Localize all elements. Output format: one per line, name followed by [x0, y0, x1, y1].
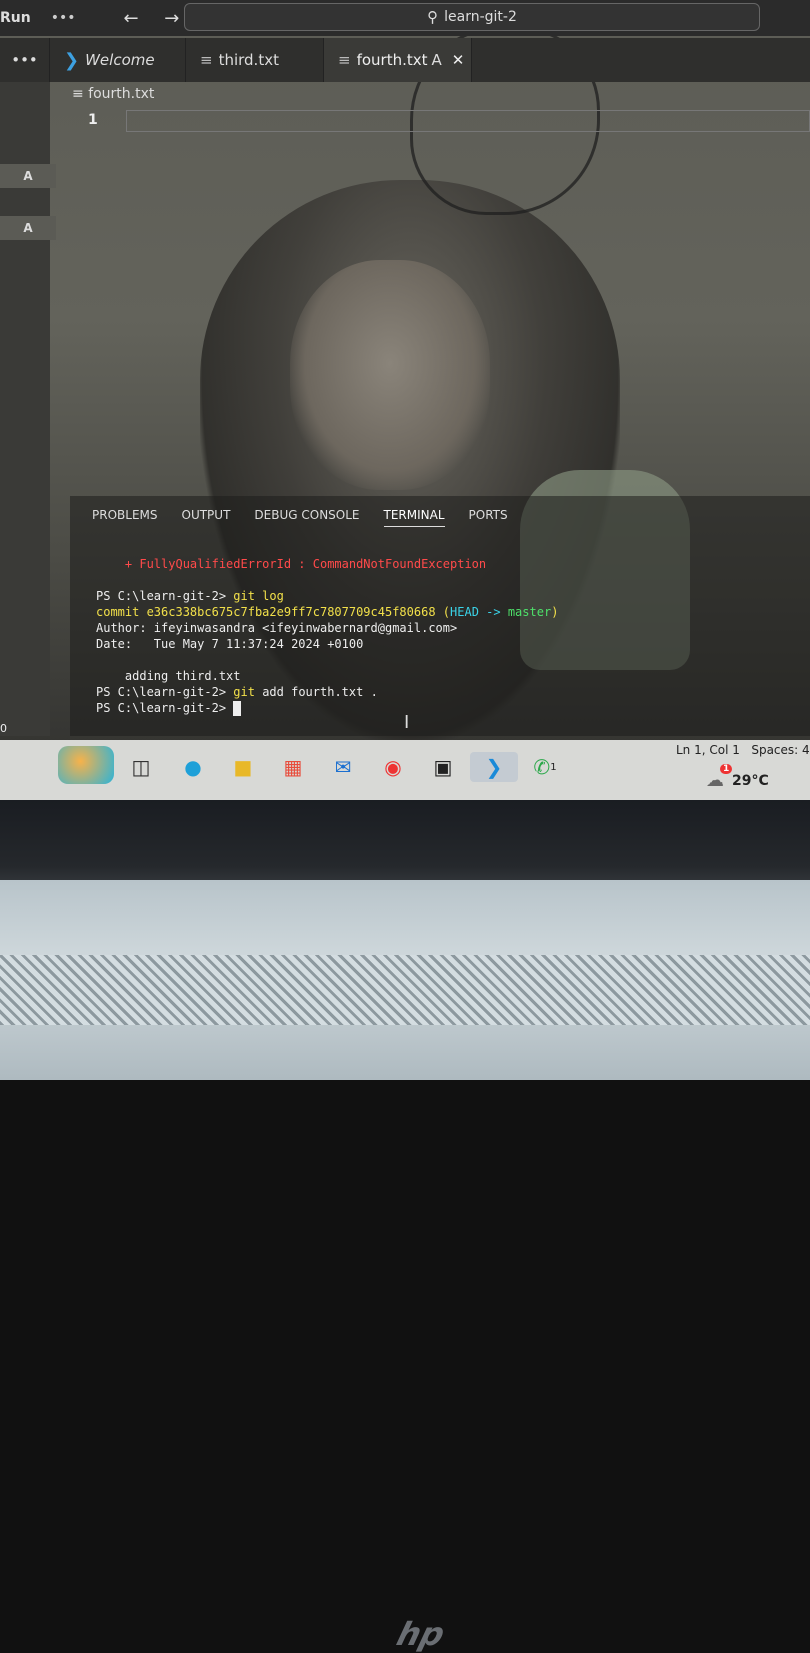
- tab-label: fourth.txt: [356, 51, 428, 69]
- vscode-icon: ❯: [64, 49, 80, 71]
- command-center-search[interactable]: ⚲ learn-git-2: [184, 3, 760, 31]
- search-icon: ⚲: [427, 8, 439, 26]
- terminal-icon[interactable]: ▣: [428, 752, 458, 782]
- cursor-position: Ln 1, Col 1: [676, 743, 740, 757]
- file-lines-icon: ≡: [200, 51, 213, 69]
- file-explorer-icon[interactable]: ■: [228, 752, 258, 782]
- mail-icon[interactable]: ✉: [328, 752, 358, 782]
- error-line: + FullyQualifiedErrorId : CommandNotFoun…: [96, 557, 487, 571]
- weather-badge: 1: [720, 764, 733, 774]
- ref-arrow: ->: [478, 605, 508, 619]
- temperature: 29°C: [732, 772, 769, 789]
- tab-terminal[interactable]: TERMINAL: [383, 508, 445, 527]
- activity-more[interactable]: •••: [0, 38, 50, 82]
- current-line-highlight[interactable]: [126, 110, 810, 132]
- whatsapp-icon[interactable]: ✆ 1: [530, 752, 560, 782]
- tab-ports[interactable]: PORTS: [469, 508, 508, 527]
- terminal-cursor: [233, 701, 242, 716]
- sidebar: A A: [0, 82, 56, 736]
- command: git log: [233, 589, 284, 603]
- nav-arrows-icon[interactable]: ← →: [124, 8, 190, 29]
- tab-problems[interactable]: PROBLEMS: [92, 508, 158, 527]
- search-text: learn-git-2: [444, 9, 517, 25]
- edge-icon[interactable]: ●: [178, 752, 208, 782]
- title-bar: Run ••• ← → ⚲ learn-git-2: [0, 0, 810, 36]
- store-icon[interactable]: ▦: [278, 752, 308, 782]
- head-ref: HEAD: [450, 605, 479, 619]
- indent-spaces[interactable]: Spaces: 4: [751, 743, 809, 757]
- reflection-face: [290, 260, 490, 490]
- command-git: git: [233, 685, 255, 699]
- author-line: Author: ifeyinwasandra <ifeyinwabernard@…: [96, 621, 458, 635]
- editor-tabs: ••• ❯ Welcome ≡ third.txt ≡ fourth.txt A…: [0, 38, 810, 82]
- tab-status-badge: A: [431, 51, 442, 69]
- panel-tabs: PROBLEMS OUTPUT DEBUG CONSOLE TERMINAL P…: [92, 508, 532, 527]
- speaker-grille: [0, 955, 810, 1025]
- weather-widget[interactable]: ☁ 1 29°C: [706, 764, 769, 791]
- line-number: 1: [88, 112, 98, 128]
- scm-badge: A: [0, 216, 56, 240]
- tab-label: third.txt: [218, 51, 279, 69]
- date-line: Date: Tue May 7 11:37:24 2024 +0100: [96, 637, 364, 651]
- breadcrumb[interactable]: ≡ fourth.txt: [72, 86, 154, 102]
- status-left: 0: [0, 722, 7, 735]
- tab-debug-console[interactable]: DEBUG CONSOLE: [254, 508, 359, 527]
- hp-logo: hp: [392, 1615, 449, 1653]
- command-args: add fourth.txt .: [254, 685, 378, 699]
- more-icon: •••: [11, 51, 38, 69]
- beach-widget-icon[interactable]: [58, 746, 114, 784]
- commit-suffix: ): [551, 605, 559, 619]
- menu-run[interactable]: Run: [0, 10, 31, 26]
- scm-badge: A: [0, 164, 56, 188]
- task-view-icon[interactable]: ◫: [126, 752, 156, 782]
- status-position[interactable]: Ln 1, Col 1 Spaces: 4: [676, 743, 810, 757]
- commit-line: commit e36c338bc675c7fba2e9ff7c7807709c4…: [96, 605, 451, 619]
- prompt: PS C:\learn-git-2>: [96, 685, 234, 699]
- commit-message: adding third.txt: [96, 669, 241, 683]
- tab-third-txt[interactable]: ≡ third.txt: [186, 38, 324, 82]
- menu-more-icon[interactable]: •••: [51, 10, 76, 26]
- mouse-ibeam-icon: I: [404, 712, 410, 733]
- tab-fourth-txt[interactable]: ≡ fourth.txt A ✕: [324, 38, 472, 82]
- prompt: PS C:\learn-git-2>: [96, 701, 234, 715]
- laptop-screen: Run ••• ← → ⚲ learn-git-2 ••• ❯ Welcome …: [0, 0, 810, 800]
- tab-label: Welcome: [85, 51, 155, 69]
- breadcrumb-file: fourth.txt: [88, 86, 155, 102]
- close-icon[interactable]: ✕: [452, 51, 465, 69]
- terminal-output[interactable]: + FullyQualifiedErrorId : CommandNotFoun…: [96, 556, 558, 716]
- whatsapp-badge: 1: [550, 761, 557, 773]
- vscode-icon[interactable]: ❯: [470, 752, 518, 782]
- prompt: PS C:\learn-git-2>: [96, 589, 234, 603]
- branch-ref: master: [507, 605, 552, 619]
- chrome-icon[interactable]: ◉: [378, 752, 408, 782]
- tab-output[interactable]: OUTPUT: [182, 508, 231, 527]
- file-lines-icon: ≡: [338, 51, 351, 69]
- tab-welcome[interactable]: ❯ Welcome: [50, 38, 186, 82]
- file-lines-icon: ≡: [72, 86, 89, 102]
